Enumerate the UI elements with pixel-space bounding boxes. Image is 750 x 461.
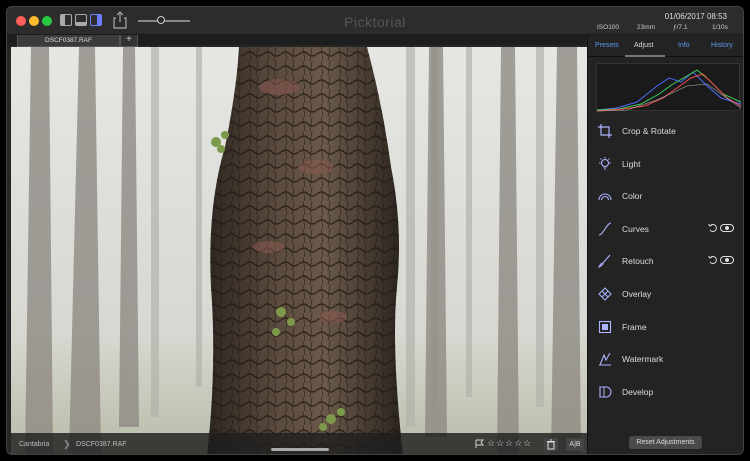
tool-label: Light (622, 159, 641, 169)
retouch-brush-icon (598, 254, 611, 268)
tool-watermark[interactable]: Watermark (588, 349, 743, 371)
photo-footer-bar: Cantabria ❯ DSCF0387.RAF ☆☆☆☆☆ A|B (11, 433, 587, 454)
horizontal-scrollbar[interactable] (271, 448, 329, 451)
title-bar: Picktorial 01/06/2017 08:53 ISO100 23mm … (7, 7, 743, 35)
develop-icon (599, 386, 612, 398)
overlay-icon (598, 287, 612, 301)
app-title: Picktorial (344, 14, 406, 30)
app-window: Picktorial 01/06/2017 08:53 ISO100 23mm … (6, 6, 744, 455)
forest-photo-image (11, 47, 587, 454)
tool-light[interactable]: Light (588, 154, 743, 176)
shutter-speed-value: 1/10s (712, 24, 728, 31)
iso-value: ISO100 (597, 24, 620, 31)
tool-develop[interactable]: Develop (588, 382, 743, 404)
watermark-icon (599, 352, 611, 366)
breadcrumb-separator-icon: ❯ (63, 439, 71, 449)
capture-date: 01/06/2017 08:53 (664, 12, 727, 21)
retouch-toggle[interactable] (720, 256, 734, 264)
curves-toggle[interactable] (720, 224, 734, 232)
tab-history[interactable]: History (711, 42, 733, 49)
focal-length-value: 23mm (637, 24, 656, 31)
tool-crop-rotate[interactable]: Crop & Rotate (588, 121, 743, 143)
before-after-button[interactable]: A|B (566, 438, 584, 451)
active-tab-indicator (625, 55, 665, 57)
tool-curves[interactable]: Curves (588, 219, 743, 241)
tool-label: Crop & Rotate (622, 126, 676, 136)
histogram (596, 63, 742, 112)
tool-color[interactable]: Color (588, 186, 743, 208)
breadcrumb-folder[interactable]: Cantabria (19, 441, 49, 448)
tool-label: Frame (622, 322, 647, 332)
color-rainbow-icon (598, 193, 612, 201)
tool-label: Develop (622, 387, 654, 397)
breadcrumb-file: DSCF0387.RAF (76, 441, 127, 448)
tool-overlay[interactable]: Overlay (588, 284, 743, 306)
reset-curves-icon[interactable] (708, 223, 718, 233)
tool-label: Overlay (622, 289, 652, 299)
reset-retouch-icon[interactable] (708, 255, 718, 265)
tab-adjust[interactable]: Adjust (634, 42, 653, 49)
crop-rotate-icon (598, 124, 612, 138)
tool-label: Watermark (622, 354, 664, 364)
adjust-sidebar: Presets Adjust Info History Crop & Rotat… (587, 35, 743, 454)
tool-label: Retouch (622, 256, 654, 266)
tab-presets[interactable]: Presets (595, 42, 619, 49)
trash-icon[interactable] (544, 438, 558, 451)
tool-frame[interactable]: Frame (588, 317, 743, 339)
light-bulb-icon (599, 157, 611, 170)
add-tab-button[interactable]: + (120, 35, 138, 47)
photo-canvas[interactable] (11, 47, 587, 454)
file-tab[interactable]: DSCF0387.RAF (17, 35, 120, 47)
tool-label: Color (622, 191, 643, 201)
star-rating[interactable]: ☆☆☆☆☆ (487, 438, 532, 449)
flag-icon[interactable] (475, 439, 485, 449)
tool-label: Curves (622, 224, 649, 234)
tab-info[interactable]: Info (678, 42, 690, 49)
reset-adjustments-button[interactable]: Reset Adjustments (629, 436, 702, 449)
aperture-value: ƒ/7.1 (673, 24, 688, 31)
tool-retouch[interactable]: Retouch (588, 251, 743, 273)
curves-icon (598, 222, 612, 236)
frame-icon (598, 320, 612, 334)
sidebar-tabs: Presets Adjust Info History (588, 35, 743, 57)
